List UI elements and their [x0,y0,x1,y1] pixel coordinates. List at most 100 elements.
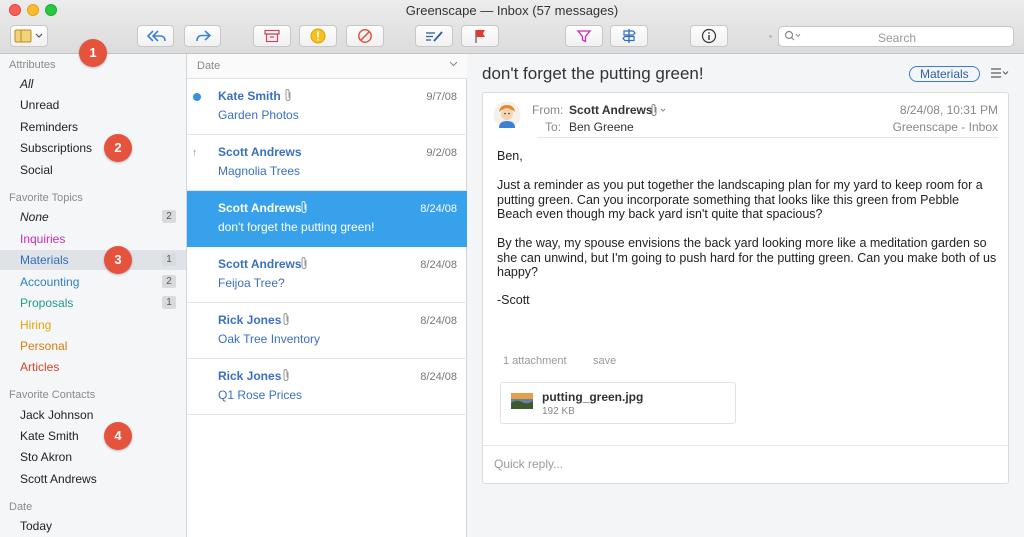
list-menu-icon[interactable] [990,67,1010,79]
flag-button[interactable] [461,25,499,47]
sidebar-contact-jack-johnson[interactable]: Jack Johnson [0,405,186,425]
header-divider [537,137,999,138]
archive-button[interactable] [253,25,291,47]
count-badge: 2 [162,210,176,223]
sidebar-contact-sto-akron[interactable]: Sto Akron [0,447,186,467]
to-recipient[interactable]: Ben Greene [569,120,634,134]
sidebar-item-all[interactable]: All [0,74,186,94]
attachment-count: 1 attachment [503,355,567,367]
sidebar-item-social[interactable]: Social [0,160,186,180]
message-date: 8/24/08 [420,203,457,215]
sidebar-topic-hiring[interactable]: Hiring [0,315,186,335]
filter-button[interactable] [565,25,603,47]
paperclip-icon [283,312,289,326]
save-attachments-link[interactable]: save [593,355,616,367]
flag-icon [475,30,485,43]
sidebar-item-label: Materials [20,253,69,267]
sidebar-topic-inquiries[interactable]: Inquiries [0,229,186,249]
mark-important-button[interactable] [299,25,337,47]
message-subject: Q1 Rose Prices [218,388,303,402]
sort-label: Date [197,60,221,72]
sidebar-item-label: Personal [20,339,68,353]
sidebar-topic-accounting[interactable]: Accounting 2 [0,272,186,292]
sidebar-item-label: Jack Johnson [20,408,94,422]
sidebar-topic-proposals[interactable]: Proposals 1 [0,293,186,313]
message-subject: Garden Photos [218,108,299,122]
attachment-name: putting_green.jpg [542,390,644,404]
to-label: To: [545,120,562,134]
sidebar-item-label: Proposals [20,296,74,310]
message-row[interactable]: Rick Jones 8/24/08 Q1 Rose Prices [187,359,467,415]
sidebar-contact-kate-smith[interactable]: Kate Smith [0,426,186,446]
count-badge: 1 [162,296,176,309]
message-from: Scott Andrews [218,257,302,271]
quick-reply-input[interactable]: Quick reply... [494,457,563,471]
compose-button[interactable] [415,25,453,47]
paperclip-icon [285,88,291,102]
contacts-section-title: Favorite Contacts [9,389,96,401]
sidebar-icon [14,29,43,43]
sidebar-item-subscriptions[interactable]: Subscriptions [0,138,186,158]
attachment-item[interactable]: putting_green.jpg 192 KB [500,382,736,424]
sidebar-item-label: Subscriptions [20,141,93,155]
paperclip-icon [301,256,307,270]
sidebar-item-reminders[interactable]: Reminders [0,117,186,137]
message-from: Scott Andrews [218,145,302,159]
message-row[interactable]: Kate Smith 9/7/08 Garden Photos [187,79,467,135]
block-sender-button[interactable] [346,25,384,47]
sidebar-item-label: Accounting [20,275,80,289]
from-label: From: [532,103,564,117]
body-paragraph: By the way, my spouse envisions the back… [497,236,997,279]
sidebar-date-today[interactable]: Today [0,516,186,536]
sidebar-item-label: Unread [20,98,60,112]
sidebar-topic-none[interactable]: None 2 [0,207,186,227]
message-from: Kate Smith [218,89,281,103]
forward-button[interactable] [184,25,221,47]
message-row[interactable]: ↑ Scott Andrews 9/2/08 Magnolia Trees [187,135,467,191]
attachment-size: 192 KB [542,406,575,417]
message-card: From: Scott Andrews To: Ben Greene 8/24/… [482,92,1009,484]
paperclip-icon [283,368,289,382]
sidebar-topic-articles[interactable]: Articles [0,357,186,377]
message-subject-title: don't forget the putting green! [482,64,704,83]
search-field[interactable]: Search [778,26,1014,47]
sidebar-item-label: All [20,77,34,91]
message-row[interactable]: Rick Jones 8/24/08 Oak Tree Inventory [187,303,467,359]
exclamation-icon [310,28,326,44]
message-from: Scott Andrews [218,201,302,215]
sort-header[interactable]: Date [187,54,467,79]
image-thumbnail-icon [511,393,533,409]
message-subject: Feijoa Tree? [218,276,285,290]
reading-pane: don't forget the putting green! Material… [467,54,1024,537]
topics-section-title: Favorite Topics [9,192,83,204]
sidebar-toggle-button[interactable] [10,25,48,47]
message-subject: don't forget the putting green! [218,220,375,234]
sidebar-topic-personal[interactable]: Personal [0,336,186,356]
message-list: Date Kate Smith 9/7/08 Garden Photos ↑ S… [187,54,467,537]
message-mailbox: Greenscape - Inbox [892,120,998,134]
sidebar-item-label: Hiring [20,318,52,332]
callout-badge: 2 [104,134,132,162]
sidebar-item-label: Today [20,519,53,533]
paperclip-icon [301,200,307,214]
sidebar: Attributes All Unread Reminders Subscrip… [0,39,187,537]
reply-all-icon [146,30,166,42]
replied-arrow-icon: ↑ [192,147,198,159]
message-row-selected[interactable]: Scott Andrews 8/24/08 don't forget the p… [187,191,467,247]
message-date: 8/24/08 [420,259,457,271]
sidebar-topic-materials[interactable]: Materials 1 [0,250,186,270]
paperclip-icon [651,103,666,117]
callout-badge: 1 [79,39,107,67]
rules-button[interactable] [610,25,648,47]
chevron-down-icon [449,61,458,67]
message-row[interactable]: Scott Andrews 8/24/08 Feijoa Tree? [187,247,467,303]
reply-all-button[interactable] [137,25,174,47]
sidebar-item-label: None [20,210,49,224]
topic-tag[interactable]: Materials [909,66,980,82]
body-signature: -Scott [497,293,530,307]
callout-badge: 3 [104,246,132,274]
from-sender[interactable]: Scott Andrews [569,103,653,117]
info-button[interactable] [690,25,728,47]
sidebar-contact-scott-andrews[interactable]: Scott Andrews [0,469,186,489]
sidebar-item-unread[interactable]: Unread [0,95,186,115]
